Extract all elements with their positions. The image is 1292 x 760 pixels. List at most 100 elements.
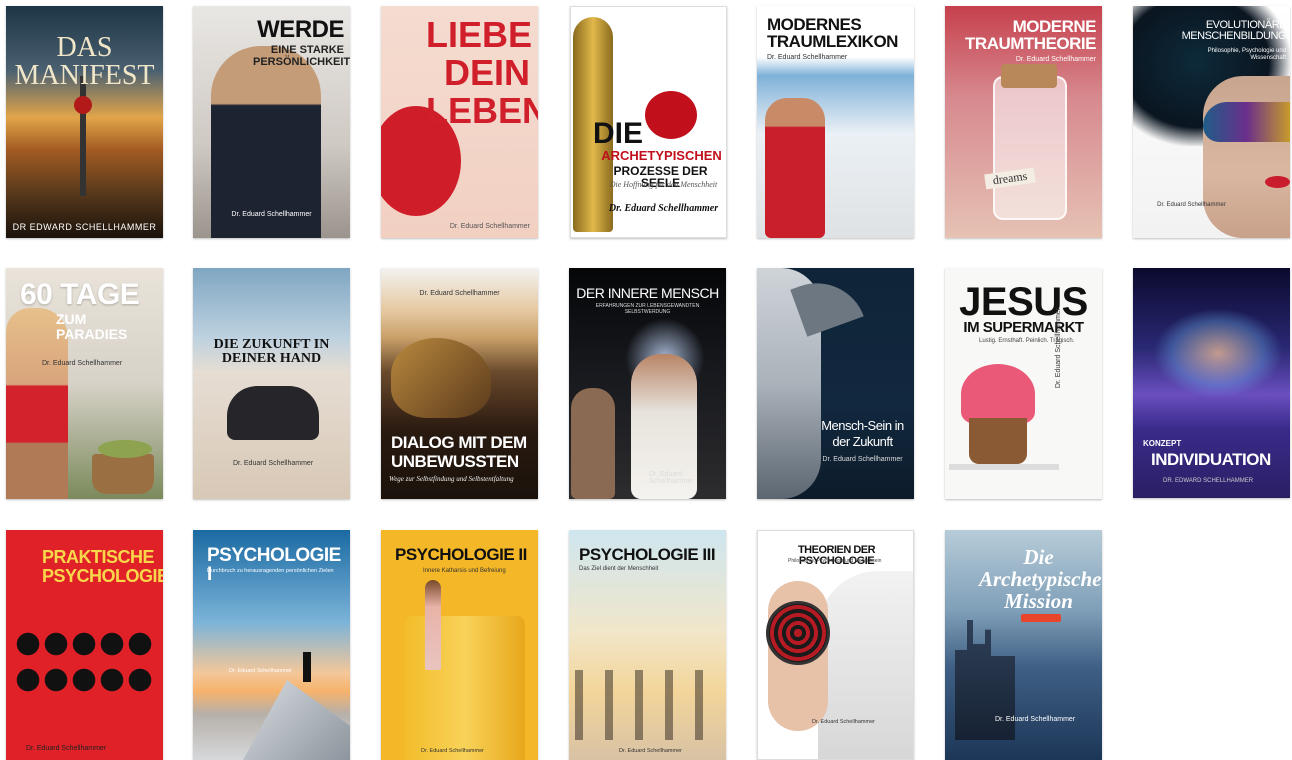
book-subtitle: Philosophie, Psychologie und Menschsein — [788, 558, 882, 564]
book-subtitle: KONZEPT — [1143, 439, 1182, 448]
book-title: LIEBE DEIN LEBEN — [426, 14, 538, 131]
book-title: Mensch-Sein in der Zukunft — [821, 418, 904, 449]
book-psychologie-i[interactable]: PSYCHOLOGIE I Durchbruch zu herausragend… — [193, 530, 350, 760]
book-tagline: Die Hoffnung für den Menschheit — [609, 180, 718, 189]
flowers-icon — [98, 440, 152, 458]
book-title: DIALOG MIT DEM UNBEWUSSTEN — [391, 433, 527, 471]
book-author: Dr. Eduard Schellhammer — [419, 290, 500, 297]
book-title: DIE — [593, 117, 644, 150]
book-subtitle: ARCHETYPISCHEN — [601, 148, 722, 163]
book-die-zukunft[interactable]: DIE ZUKUNFT IN DEINER HAND Dr. Eduard Sc… — [193, 268, 350, 499]
book-title: WERDE — [257, 16, 344, 43]
book-author: Dr. Eduard Schellhammer — [1015, 56, 1096, 63]
man-portrait — [211, 46, 321, 238]
book-modernes-traumlexikon[interactable]: MODERNES TRAUMLEXIKON Dr. Eduard Schellh… — [757, 6, 914, 238]
book-individuation[interactable]: KONZEPT INDIVIDUATION DR. EDWARD SCHELLH… — [1133, 268, 1290, 498]
book-author: Dr. Eduard Schellhammer — [995, 716, 1076, 723]
book-evolutionaere-menschenbildung[interactable]: EVOLUTIONÄRE MENSCHENBILDUNG Philosophie… — [1133, 6, 1290, 238]
book-title: PRAKTISCHE PSYCHOLOGIE — [42, 547, 163, 586]
book-author: Dr. Eduard Schellhammer — [233, 460, 314, 467]
book-archetypischen-prozesse[interactable]: DIE ARCHETYPISCHEN PROZESSE DER SEELE Di… — [570, 6, 727, 238]
book-subtitle: Philosophie, Psychologie und Wissenschaf… — [1207, 48, 1286, 61]
book-title: DER INNERE MENSCH — [576, 285, 719, 301]
heads-icons-row2 — [14, 668, 154, 692]
yellow-cup — [405, 616, 525, 760]
book-author: Dr. Eduard Schellhammer — [812, 719, 875, 725]
book-subtitle: EINE STARKE PERSÖNLICHKEIT — [253, 44, 350, 69]
book-author: Dr. Eduard Schellhammer — [449, 223, 530, 230]
book-author: Dr. Eduard Schellhammer — [1055, 307, 1062, 389]
book-title: EVOLUTIONÄRE MENSCHENBILDUNG — [1181, 19, 1287, 42]
mask-icon — [391, 338, 491, 418]
spiral-goggles-icon — [766, 601, 830, 665]
book-theorien-der-psychologie[interactable]: THEORIEN DER PSYCHOLOGIE Philosophie, Ps… — [757, 530, 914, 760]
basket-icon — [92, 454, 154, 494]
book-jesus-supermarkt[interactable]: JESUS IM SUPERMARKT Lustig. Ernsthaft. P… — [945, 268, 1102, 499]
heads-icons-row1 — [14, 632, 154, 656]
person-figure — [303, 652, 311, 682]
book-das-manifest[interactable]: DAS MANIFEST DR EDWARD SCHELLHAMMER — [6, 6, 163, 238]
book-author: DR. EDWARD SCHELLHAMMER — [1163, 478, 1254, 484]
cork-icon — [1001, 64, 1057, 88]
girl-figure — [571, 388, 615, 499]
jar-icon — [993, 76, 1067, 220]
people-silhouettes — [575, 670, 715, 740]
woman-figure — [425, 580, 441, 670]
rose-icon — [74, 96, 92, 114]
book-author: DR EDWARD SCHELLHAMMER — [12, 222, 157, 232]
mask-icon — [1203, 102, 1290, 142]
book-author: Dr. Eduard Schellhammer — [619, 748, 682, 754]
woman-red-dress — [765, 98, 825, 238]
book-psychologie-iii[interactable]: PSYCHOLOGIE III Das Ziel dient der Mensc… — [569, 530, 726, 760]
book-title: PSYCHOLOGIE I — [207, 545, 341, 585]
book-author: Dr. Eduard Schellhammer — [822, 456, 903, 463]
book-title: 60 TAGE — [20, 278, 140, 311]
book-subtitle: ERFAHRUNGEN ZUR LEBENSGEWANDTEN SELBSTWE… — [595, 303, 700, 315]
subtitle-accent — [1021, 614, 1061, 622]
book-moderne-traumtheorie[interactable]: MODERNE TRAUMTHEORIE Dr. Eduard Schellha… — [945, 6, 1102, 238]
book-author: Dr. Eduard Schellhammer — [42, 360, 123, 367]
book-subtitle: Durchbruch zu herausragenden persönliche… — [207, 568, 334, 574]
book-werde[interactable]: WERDE EINE STARKE PERSÖNLICHKEIT Dr. Edu… — [193, 6, 350, 238]
cupcake-frosting — [961, 364, 1035, 424]
book-psychologie-ii[interactable]: PSYCHOLOGIE II Innere Katharsis und Befr… — [381, 530, 538, 760]
nebula-glow — [1153, 308, 1283, 398]
mountain-peak — [243, 680, 350, 760]
book-title: INDIVIDUATION — [1151, 450, 1271, 469]
cupcake-base — [969, 418, 1027, 464]
book-author: Dr. Eduard Schellhammer — [231, 211, 312, 218]
book-praktische-psychologie[interactable]: PRAKTISCHE PSYCHOLOGIE Dr. Eduard Schell… — [6, 530, 163, 760]
book-mensch-sein[interactable]: Mensch-Sein in der Zukunft Dr. Eduard Sc… — [757, 268, 914, 499]
book-title: Die Archetypische Mission — [979, 545, 1102, 614]
book-60-tage[interactable]: 60 TAGE ZUM PARADIES Dr. Eduard Schellha… — [6, 268, 163, 499]
book-title: DIE ZUKUNFT IN DEINER HAND — [213, 337, 330, 366]
book-archetypische-mission[interactable]: Die Archetypische Mission Dr. Eduard Sch… — [945, 530, 1102, 760]
book-title: MODERNE TRAUMTHEORIE — [965, 17, 1096, 53]
book-subtitle: Wege zur Selbstfindung und Selbstentfalt… — [389, 475, 514, 483]
book-subtitle: ZUM PARADIES — [56, 311, 128, 343]
book-author: Dr. Eduard Schellhammer — [229, 668, 292, 674]
book-title: MODERNES TRAUMLEXIKON — [767, 15, 898, 51]
masked-face — [1203, 76, 1290, 238]
book-author: Dr. Eduard Schellhammer — [649, 471, 694, 485]
man-in-sand — [227, 386, 319, 440]
book-author: Dr. Eduard Schellhammer — [26, 745, 107, 752]
book-subtitle: Das Ziel dient der Menschheit — [579, 566, 659, 572]
book-subtitle: IM SUPERMARKT — [963, 319, 1084, 336]
book-dialog-unbewussten[interactable]: Dr. Eduard Schellhammer DIALOG MIT DEM U… — [381, 268, 538, 499]
red-lips — [1265, 176, 1290, 188]
book-author: Dr. Eduard Schellhammer — [421, 748, 484, 754]
book-title: DAS MANIFEST — [14, 32, 155, 91]
book-author: Dr. Eduard Schellhammer — [767, 54, 848, 61]
book-liebe-dein-leben[interactable]: LIEBE DEIN LEBEN Dr. Eduard Schellhammer — [381, 6, 538, 238]
cake-stand — [949, 464, 1059, 470]
book-author: Dr. Eduard Schellhammer — [608, 203, 719, 214]
book-title: PSYCHOLOGIE III — [579, 545, 716, 564]
white-hair — [818, 571, 913, 759]
book-subtitle: Innere Katharsis und Befreiung — [423, 568, 506, 574]
book-title: PSYCHOLOGIE II — [395, 545, 527, 564]
book-tagline: Lustig. Ernsthaft. Peinlich. Tragisch. — [979, 338, 1075, 344]
book-title: JESUS — [959, 280, 1088, 324]
book-der-innere-mensch[interactable]: DER INNERE MENSCH ERFAHRUNGEN ZUR LEBENS… — [569, 268, 726, 499]
dagger-icon — [80, 76, 86, 196]
